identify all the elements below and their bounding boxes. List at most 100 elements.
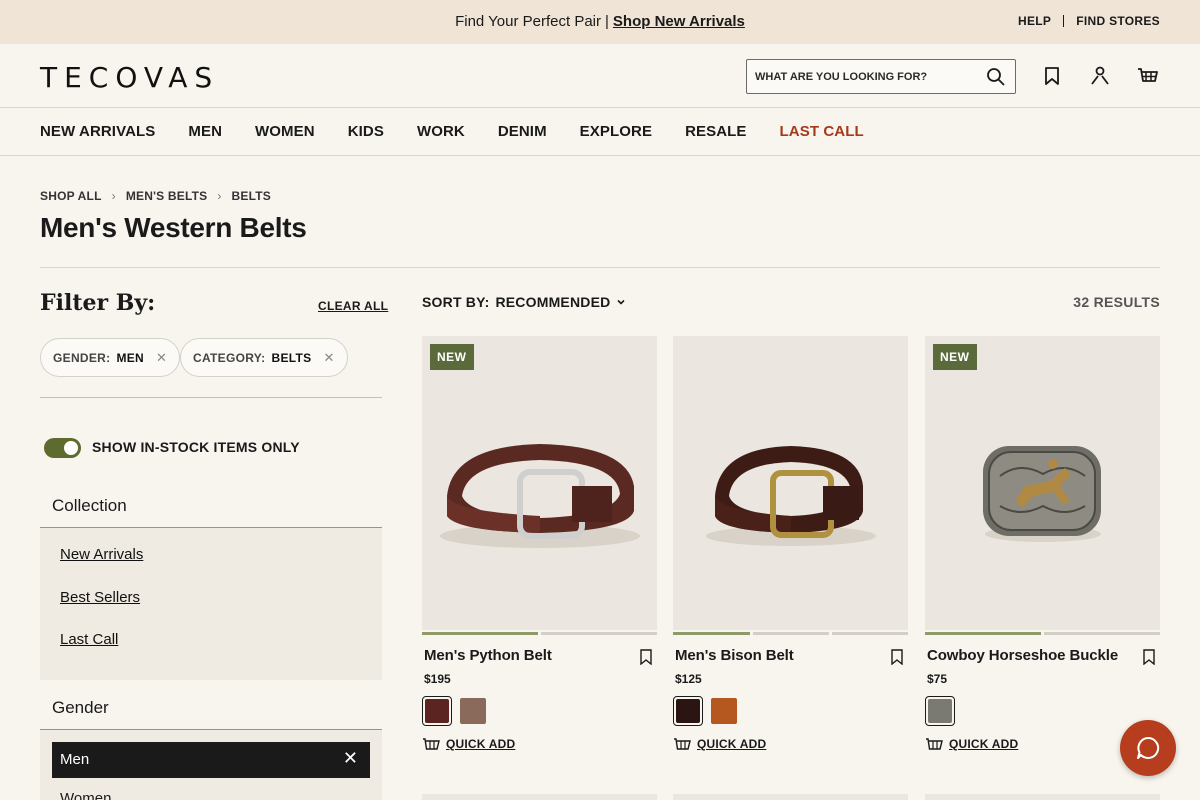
image-progress-segment [925, 632, 1041, 635]
bookmark-icon[interactable] [639, 649, 653, 665]
main-nav: NEW ARRIVALS MEN WOMEN KIDS WORK DENIM E… [0, 108, 1200, 156]
quick-add-button[interactable]: QUICK ADD [673, 737, 766, 751]
swatch-fill [676, 699, 700, 723]
product-price: $75 [927, 672, 948, 686]
cart-icon [423, 738, 440, 750]
in-stock-label: SHOW IN-STOCK ITEMS ONLY [92, 439, 300, 455]
product-card[interactable]: NEW Men's Python Belt $195 QUICK ADD [422, 336, 657, 776]
shop-new-arrivals-link[interactable]: Shop New Arrivals [613, 13, 745, 30]
nav-last-call[interactable]: LAST CALL [780, 123, 864, 140]
product-image[interactable]: NEW [925, 336, 1160, 630]
product-image[interactable] [673, 794, 908, 800]
divider [40, 267, 1160, 268]
section-title: Collection [52, 496, 127, 515]
gender-section-header[interactable]: Gender [40, 686, 382, 730]
chip-value: MEN [116, 350, 145, 365]
nav-women[interactable]: WOMEN [255, 123, 315, 140]
chip-key: CATEGORY: [193, 350, 266, 365]
close-icon[interactable]: ✕ [323, 350, 334, 366]
toggle-knob [64, 441, 78, 455]
swatch-fill [928, 699, 952, 723]
quick-add-label: QUICK ADD [697, 737, 767, 751]
color-swatch[interactable] [458, 696, 488, 726]
section-title: Gender [52, 698, 109, 717]
promo-text: Find Your Perfect Pair [455, 13, 602, 30]
image-progress-segment [422, 632, 538, 635]
chat-button[interactable] [1120, 720, 1176, 776]
swatch-fill [460, 698, 486, 724]
product-price: $125 [675, 672, 702, 686]
image-progress-segment [673, 632, 750, 635]
nav-explore[interactable]: EXPLORE [580, 123, 652, 140]
swatch-fill [711, 698, 737, 724]
search-icon[interactable] [986, 67, 1006, 87]
new-badge: NEW [430, 344, 474, 370]
close-icon[interactable]: ✕ [343, 748, 358, 769]
product-image[interactable] [422, 794, 657, 800]
clear-all-button[interactable]: CLEAR ALL [318, 299, 388, 313]
chevron-down-icon [617, 299, 626, 305]
find-stores-link[interactable]: FIND STORES [1076, 14, 1160, 28]
color-swatch[interactable] [422, 696, 452, 726]
help-link[interactable]: HELP [1018, 14, 1051, 28]
color-swatch[interactable] [709, 696, 739, 726]
filter-chip-gender[interactable]: GENDER: MEN ✕ [40, 338, 181, 377]
nav-resale[interactable]: RESALE [685, 123, 746, 140]
breadcrumb-shop-all[interactable]: SHOP ALL [40, 189, 102, 203]
cart-icon [674, 738, 691, 750]
color-swatch[interactable] [673, 696, 703, 726]
quick-add-button[interactable]: QUICK ADD [925, 737, 1018, 751]
collection-new-arrivals-link[interactable]: New Arrivals [60, 546, 143, 563]
color-swatch[interactable] [925, 696, 955, 726]
image-progress-segment [832, 632, 908, 635]
cart-icon [926, 738, 943, 750]
bison-belt-image [706, 446, 876, 546]
horseshoe-buckle-image [983, 446, 1101, 542]
nav-kids[interactable]: KIDS [348, 123, 384, 140]
python-belt-image [440, 444, 640, 548]
gender-option-men[interactable]: Men ✕ [52, 742, 370, 778]
product-image[interactable] [925, 794, 1160, 800]
nav-work[interactable]: WORK [417, 123, 465, 140]
bookmark-icon[interactable] [890, 649, 904, 665]
sort-label: SORT BY: [422, 294, 490, 310]
chip-key: GENDER: [53, 350, 111, 365]
sort-dropdown[interactable]: SORT BY: RECOMMENDED [422, 294, 626, 310]
promo-bar: Find Your Perfect Pair | Shop New Arrivals… [0, 0, 1200, 44]
search-input[interactable] [755, 68, 975, 86]
in-stock-toggle[interactable] [44, 438, 81, 458]
product-image[interactable]: NEW [422, 336, 657, 630]
collection-section-header[interactable]: Collection [40, 484, 382, 528]
bookmark-icon[interactable] [1142, 649, 1156, 665]
quick-add-button[interactable]: QUICK ADD [422, 737, 515, 751]
collection-last-call-link[interactable]: Last Call [60, 631, 118, 648]
results-count: 32 RESULTS [1073, 294, 1160, 310]
breadcrumb-mens-belts[interactable]: MEN'S BELTS [126, 189, 208, 203]
nav-men[interactable]: MEN [188, 123, 222, 140]
bookmark-icon[interactable] [1040, 64, 1064, 88]
quick-add-label: QUICK ADD [949, 737, 1019, 751]
divider [40, 397, 382, 398]
close-icon[interactable]: ✕ [156, 350, 167, 366]
breadcrumb-belts[interactable]: BELTS [232, 189, 271, 203]
gender-option-women[interactable]: Women [60, 790, 111, 800]
product-card[interactable]: NEW Cowboy Horseshoe Buckle $75 QUICK AD… [925, 336, 1160, 776]
product-name[interactable]: Men's Bison Belt [675, 647, 794, 664]
logo[interactable]: TECOVAS [40, 61, 219, 94]
image-progress-segment [753, 632, 829, 635]
search-box[interactable] [746, 59, 1016, 94]
collection-best-sellers-link[interactable]: Best Sellers [60, 589, 140, 606]
product-name[interactable]: Cowboy Horseshoe Buckle [927, 647, 1118, 664]
nav-new-arrivals[interactable]: NEW ARRIVALS [40, 123, 155, 140]
filter-chip-category[interactable]: CATEGORY: BELTS ✕ [180, 338, 348, 377]
account-icon[interactable] [1088, 64, 1112, 88]
nav-denim[interactable]: DENIM [498, 123, 547, 140]
cart-icon[interactable] [1136, 64, 1160, 88]
site-header: TECOVAS [0, 44, 1200, 108]
product-name[interactable]: Men's Python Belt [424, 647, 552, 664]
utility-links: HELP FIND STORES [1018, 14, 1160, 28]
product-card[interactable]: Men's Bison Belt $125 QUICK ADD [673, 336, 908, 776]
gender-option-label: Men [60, 751, 90, 768]
chevron-right-icon: › [111, 189, 116, 203]
product-image[interactable] [673, 336, 908, 630]
